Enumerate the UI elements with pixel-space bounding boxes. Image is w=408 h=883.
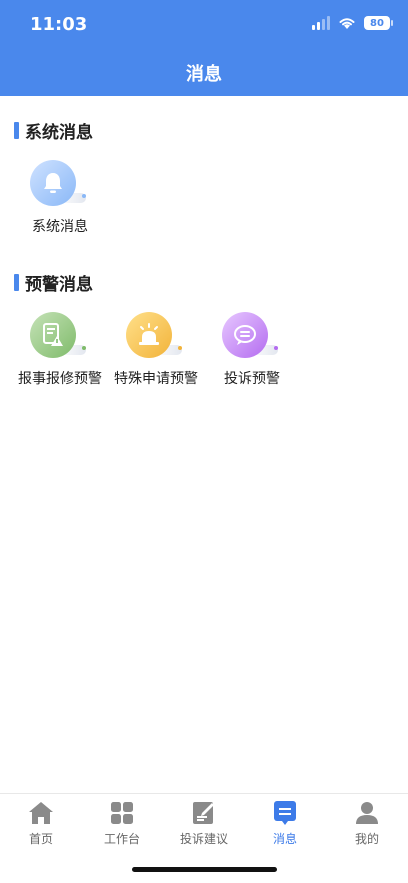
tab-label: 我的	[354, 832, 379, 846]
grid-icon	[109, 800, 135, 826]
section-title-system: 系统消息	[14, 118, 93, 143]
page-title: 消息	[186, 64, 222, 85]
status-time: 11:03	[30, 14, 88, 35]
tile-label: 特殊申请预警	[114, 371, 198, 387]
home-indicator	[132, 867, 277, 872]
section-accent-bar	[14, 274, 19, 291]
tab-label: 投诉建议	[179, 832, 228, 846]
tile-label: 系统消息	[32, 219, 88, 235]
tab-label: 工作台	[103, 832, 140, 846]
tile-system-message[interactable]: 系统消息	[10, 160, 110, 236]
tab-profile[interactable]: 我的	[326, 800, 408, 847]
bell-icon	[30, 160, 76, 206]
document-warning-icon	[30, 312, 76, 358]
siren-icon	[126, 312, 172, 358]
edit-note-icon	[191, 800, 217, 826]
tab-home[interactable]: 首页	[0, 800, 82, 847]
cellular-signal-icon	[312, 16, 330, 30]
battery-icon: 80	[364, 16, 393, 30]
section-title-text: 系统消息	[25, 123, 93, 143]
wifi-icon	[339, 18, 355, 29]
tab-workbench[interactable]: 工作台	[81, 800, 163, 847]
tile-icon-wrap	[30, 312, 90, 362]
tile-icon-wrap	[30, 160, 90, 210]
tab-messages[interactable]: 消息	[244, 800, 326, 847]
tab-label: 首页	[28, 832, 53, 846]
home-icon	[28, 800, 54, 826]
tile-icon-wrap	[126, 312, 186, 362]
message-icon	[272, 800, 298, 826]
tile-label: 投诉预警	[224, 371, 280, 387]
user-icon	[354, 800, 380, 826]
section-title-text: 预警消息	[25, 275, 93, 295]
tab-label: 消息	[272, 832, 297, 846]
status-icons: 80	[312, 16, 393, 30]
tile-label: 报事报修预警	[18, 371, 102, 387]
tile-complaint-warning[interactable]: 投诉预警	[202, 312, 302, 388]
chat-bubble-icon	[222, 312, 268, 358]
section-title-warning: 预警消息	[14, 270, 93, 295]
tab-complaints[interactable]: 投诉建议	[163, 800, 245, 847]
section-accent-bar	[14, 122, 19, 139]
tile-special-request-warning[interactable]: 特殊申请预警	[106, 312, 206, 388]
app-header: 11:03 80 消息	[0, 0, 408, 96]
tile-icon-wrap	[222, 312, 282, 362]
tile-repair-warning[interactable]: 报事报修预警	[10, 312, 110, 388]
